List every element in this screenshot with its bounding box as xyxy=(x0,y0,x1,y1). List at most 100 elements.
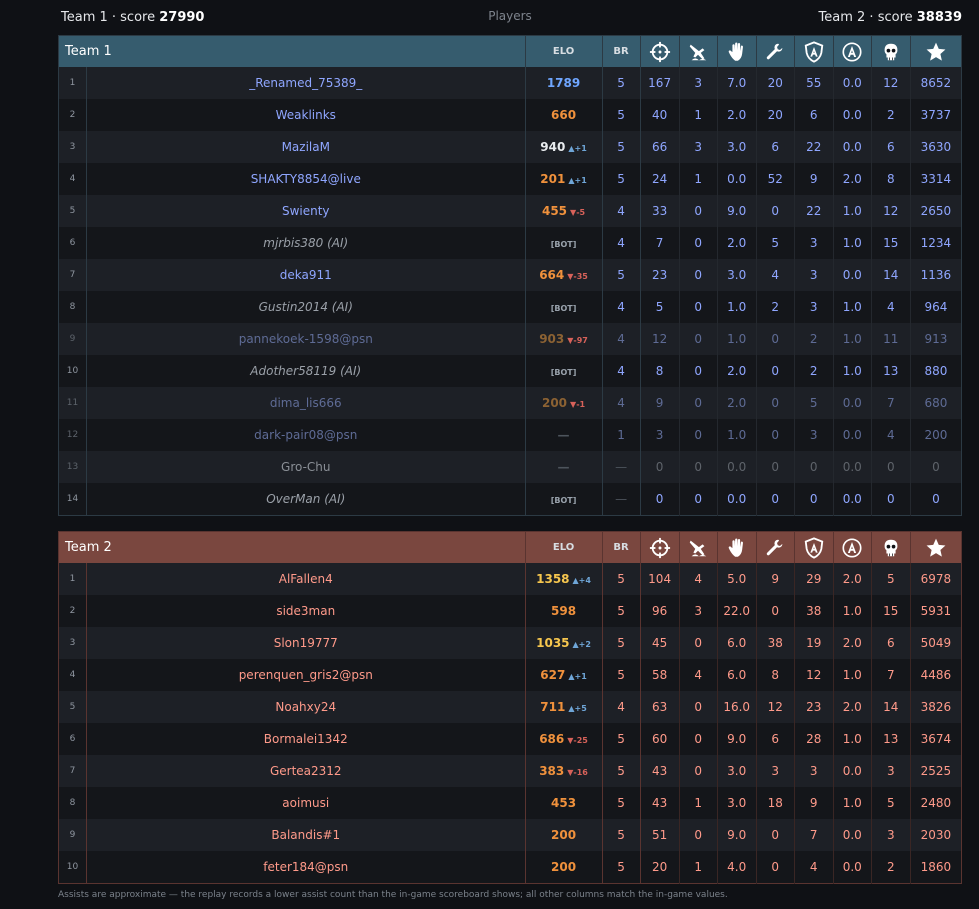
stat-hand: 0.0 xyxy=(717,483,757,516)
player-row[interactable]: 13 Gro-Chu — —0 0 0.0 0 0 0.0 0 0 xyxy=(58,451,962,483)
player-name[interactable]: dark-pair08@psn xyxy=(86,419,526,451)
stat-circle-a: 1.0 xyxy=(833,355,872,387)
player-row[interactable]: 10 feter184@psn 200 5 20 1 4.0 0 4 0.0 2 1860 xyxy=(58,851,962,884)
elo-delta-up: ▲+1 xyxy=(568,672,587,681)
player-row[interactable]: 8 Gustin2014 (AI) [BOT] 4 5 0 1.0 2 3 1.0 4 964 xyxy=(58,291,962,323)
stat-wrench: 0 xyxy=(756,451,795,483)
player-row[interactable]: 2 side3man 598 5 96 3 22.0 0 38 1.0 15 5931 xyxy=(58,595,962,627)
player-name[interactable]: Gertea2312 xyxy=(86,755,526,787)
player-name[interactable]: Bormalei1342 xyxy=(86,723,526,755)
player-name[interactable]: Gro-Chu xyxy=(86,451,526,483)
br-cell: 5 xyxy=(602,595,641,627)
stat-crosshair: 45 xyxy=(640,627,680,659)
elo-cell: 903 ▼-97 xyxy=(525,323,603,355)
rank-cell: 12 xyxy=(58,419,88,451)
player-name[interactable]: Balandis#1 xyxy=(86,819,526,851)
stat-skull: 13 xyxy=(871,355,911,387)
player-row[interactable]: 6 mjrbis380 (AI) [BOT] 4 7 0 2.0 5 3 1.0 15 1234 xyxy=(58,227,962,259)
player-row[interactable]: 9 pannekoek-1598@psn 903 ▼-97 4 12 0 1.0 0 2 1.0 11… xyxy=(58,323,962,355)
player-name[interactable]: Swienty xyxy=(86,195,526,227)
stat-skull: 5 xyxy=(871,787,911,819)
stat-wrench: 18 xyxy=(756,787,795,819)
player-name[interactable]: feter184@psn xyxy=(86,851,526,884)
stat-skull: 2 xyxy=(871,99,911,131)
stat-hand: 9.0 xyxy=(717,195,757,227)
elo-value: 711 xyxy=(540,700,566,714)
player-row[interactable]: 7 deka911 664 ▼-35 5 23 0 3.0 4 3 0.0 14 1136 xyxy=(58,259,962,291)
player-row[interactable]: 2 Weaklinks 660 5 40 1 2.0 20 6 0.0 2 3737 xyxy=(58,99,962,131)
player-row[interactable]: 14 OverMan (AI) [BOT] —0 0 0.0 0 0 0.0 0 0 xyxy=(58,483,962,516)
stat-skull: 12 xyxy=(871,67,911,99)
stat-hand: 22.0 xyxy=(717,595,757,627)
elo-cell: 711 ▲+5 xyxy=(525,691,603,723)
player-name[interactable]: AlFallen4 xyxy=(86,563,526,595)
player-row[interactable]: 5 Noahxy24 711 ▲+5 4 63 0 16.0 12 23 2.0 14 3826 xyxy=(58,691,962,723)
rank-cell: 7 xyxy=(58,259,88,291)
elo-cell: 200 xyxy=(525,851,603,884)
player-row[interactable]: 7 Gertea2312 383 ▼-16 5 43 0 3.0 3 3 0.0 3 2525 xyxy=(58,755,962,787)
stat-wrench: 4 xyxy=(756,259,795,291)
header-hand-icon xyxy=(717,531,757,563)
stat-circle-a: 2.0 xyxy=(833,563,872,595)
stat-star: 3674 xyxy=(920,732,952,746)
player-name[interactable]: Noahxy24 xyxy=(86,691,526,723)
player-name[interactable]: aoimusi xyxy=(86,787,526,819)
rank-cell: 14 xyxy=(58,483,88,516)
circle-a-icon xyxy=(842,537,862,558)
stat-hand: 2.0 xyxy=(717,387,757,419)
player-name[interactable]: perenquen_gris2@psn xyxy=(86,659,526,691)
rank-cell: 4 xyxy=(58,163,88,195)
team2-score-label: Team 2 · score 38839 xyxy=(819,10,962,25)
player-row[interactable]: 4 SHAKTY8854@live 201 ▲+1 5 24 1 0.0 52 9 2.0 8 3314 xyxy=(58,163,962,195)
elo-value: 664 xyxy=(539,268,565,282)
player-name[interactable]: pannekoek-1598@psn xyxy=(86,323,526,355)
player-name[interactable]: deka911 xyxy=(86,259,526,291)
player-row[interactable]: 5 Swienty 455 ▼-5 4 33 0 9.0 0 22 1.0 12 2650 xyxy=(58,195,962,227)
team2-scoreboard-table: Team 2 ELO BR 1 AlFallen4 1358 ▲+4 5 104 4 5.0 9 29… xyxy=(58,531,963,884)
stat-star: 200 xyxy=(924,428,948,442)
player-row[interactable]: 3 Slon19777 1035 ▲+2 5 45 0 6.0 38 19 2.0 6 5049 xyxy=(58,627,962,659)
stat-hand: 1.0 xyxy=(717,419,757,451)
stat-plane-shot-down: 0 xyxy=(679,387,718,419)
player-name[interactable]: Weaklinks xyxy=(86,99,526,131)
br-cell: 5 xyxy=(602,851,641,884)
player-row[interactable]: 1 AlFallen4 1358 ▲+4 5 104 4 5.0 9 29 2.0 5 6978 xyxy=(58,563,962,595)
stat-skull: 3 xyxy=(871,755,911,787)
stat-wrench: 0 xyxy=(756,195,795,227)
player-name[interactable]: dima_lis666 xyxy=(86,387,526,419)
player-row[interactable]: 4 perenquen_gris2@psn 627 ▲+1 5 58 4 6.0 8 12 1.0 7… xyxy=(58,659,962,691)
player-name[interactable]: OverMan (AI) xyxy=(86,483,526,516)
header-shield-a-icon xyxy=(794,531,834,563)
stat-plane-shot-down: 4 xyxy=(679,563,718,595)
player-name[interactable]: SHAKTY8854@live xyxy=(86,163,526,195)
stat-crosshair: 0 xyxy=(640,483,680,516)
player-name[interactable]: _Renamed_75389_ xyxy=(86,67,526,99)
elo-value: 200 xyxy=(551,828,577,842)
player-row[interactable]: 11 dima_lis666 200 ▼-1 4 9 0 2.0 0 5 0.0 7 680 xyxy=(58,387,962,419)
player-row[interactable]: 10 Adother58119 (AI) [BOT] 4 8 0 2.0 0 2 1.0 13 880 xyxy=(58,355,962,387)
stat-shield-a: 3 xyxy=(794,259,834,291)
player-name[interactable]: side3man xyxy=(86,595,526,627)
stat-plane-shot-down: 1 xyxy=(679,851,718,884)
stat-wrench: 0 xyxy=(756,323,795,355)
player-row[interactable]: 3 MazilaM 940 ▲+1 5 66 3 3.0 6 22 0.0 6 3630 xyxy=(58,131,962,163)
stat-circle-a: 0.0 xyxy=(833,67,872,99)
stat-skull: 8 xyxy=(871,163,911,195)
player-row[interactable]: 6 Bormalei1342 686 ▼-25 5 60 0 9.0 6 28 1.0 13 3674 xyxy=(58,723,962,755)
player-row[interactable]: 8 aoimusi 453 5 43 1 3.0 18 9 1.0 5 2480 xyxy=(58,787,962,819)
stat-shield-a: 5 xyxy=(794,387,834,419)
stat-star: 2030 xyxy=(920,828,952,842)
elo-cell: — xyxy=(525,451,603,483)
player-name[interactable]: mjrbis380 (AI) xyxy=(86,227,526,259)
player-name[interactable]: Adother58119 (AI) xyxy=(86,355,526,387)
player-row[interactable]: 1 _Renamed_75389_ 1789 5 167 3 7.0 20 55 0.0 12 865… xyxy=(58,67,962,99)
player-row[interactable]: 12 dark-pair08@psn —1 3 0 1.0 0 3 0.0 4 200 xyxy=(58,419,962,451)
player-name[interactable]: MazilaM xyxy=(86,131,526,163)
stat-hand: 3.0 xyxy=(717,259,757,291)
rank-cell: 2 xyxy=(58,99,88,131)
player-row[interactable]: 9 Balandis#1 200 5 51 0 9.0 0 7 0.0 3 2030 xyxy=(58,819,962,851)
player-name[interactable]: Gustin2014 (AI) xyxy=(86,291,526,323)
rank-cell: 9 xyxy=(58,323,88,355)
player-name[interactable]: Slon19777 xyxy=(86,627,526,659)
br-cell: 5 xyxy=(602,627,641,659)
